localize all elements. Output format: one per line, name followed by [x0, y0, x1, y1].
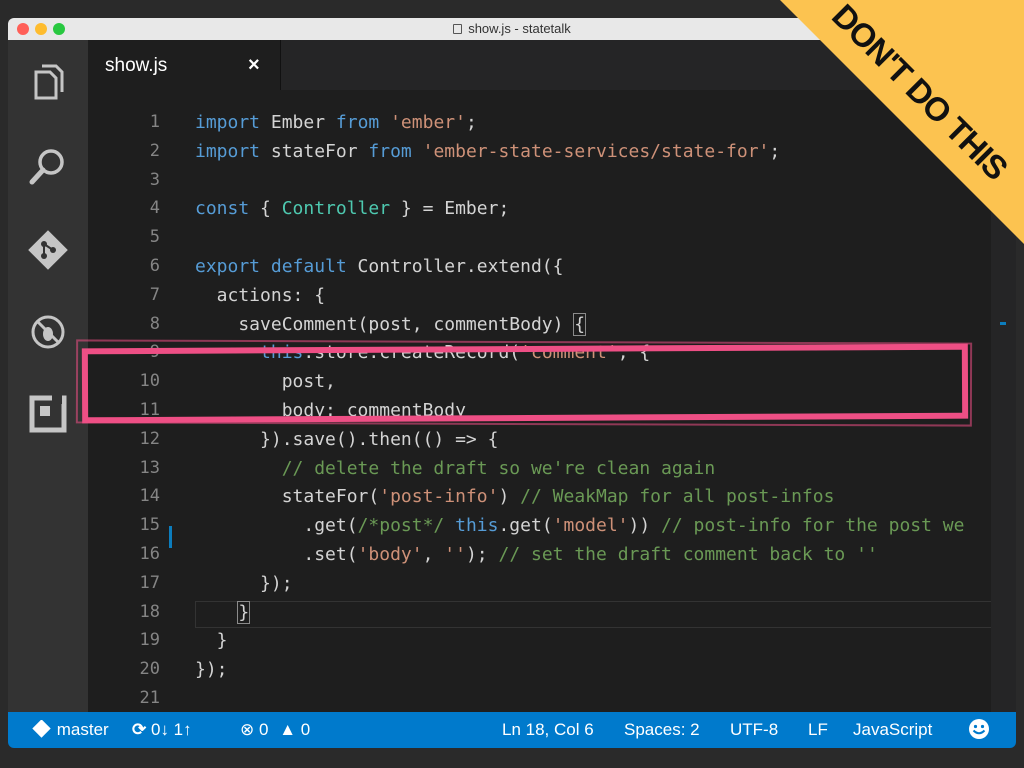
warning-count: 0	[300, 720, 311, 739]
line-number: 3	[149, 169, 160, 190]
code-text[interactable]: .get(/*post*/ this.get('model')) // post…	[195, 511, 964, 540]
code-line[interactable]: 15 .get(/*post*/ this.get('model')) // p…	[88, 511, 1016, 540]
code-text[interactable]: stateFor('post-info') // WeakMap for all…	[195, 482, 835, 511]
sync-indicator[interactable]: ⟳ 0↓ 1↑	[132, 720, 192, 740]
banner-triangle	[780, 0, 1024, 244]
code-line[interactable]: 8 saveComment(post, commentBody) {	[88, 310, 1016, 339]
code-line[interactable]: 12 }).save().then(() => {	[88, 425, 1016, 454]
line-number: 5	[149, 227, 160, 248]
code-line[interactable]: 13 // delete the draft so we're clean ag…	[88, 454, 1016, 483]
tab-label: show.js	[105, 55, 168, 76]
code-text[interactable]: const { Controller } = Ember;	[195, 194, 509, 223]
line-number: 14	[139, 486, 160, 507]
status-bar: master ⟳ 0↓ 1↑ ⊗ 0 ▲ 0 Ln 18, Col 6 Spac…	[8, 712, 1016, 748]
line-number: 17	[139, 572, 160, 593]
code-text[interactable]: }).save().then(() => {	[195, 425, 498, 454]
git-icon[interactable]	[26, 228, 70, 272]
cursor-position[interactable]: Ln 18, Col 6	[502, 720, 594, 740]
code-line[interactable]: 6 export default Controller.extend({	[88, 252, 1016, 281]
extensions-icon[interactable]	[26, 392, 70, 436]
code-line[interactable]: 16 .set('body', ''); // set the draft co…	[88, 540, 1016, 569]
code-text[interactable]: import stateFor from 'ember-state-servic…	[195, 137, 780, 166]
sync-icon: ⟳	[132, 720, 147, 739]
line-number: 19	[139, 630, 160, 651]
branch-icon	[32, 719, 51, 738]
code-line[interactable]: 14 stateFor('post-info') // WeakMap for …	[88, 482, 1016, 511]
eol-setting[interactable]: LF	[808, 720, 828, 740]
line-number: 1	[149, 112, 160, 132]
line-number: 13	[139, 457, 160, 478]
line-number: 18	[139, 601, 160, 622]
code-text[interactable]: actions: {	[195, 281, 325, 310]
code-text[interactable]: });	[195, 569, 293, 598]
debug-icon[interactable]	[26, 310, 70, 354]
code-text[interactable]: }	[195, 626, 228, 655]
line-number: 16	[139, 544, 160, 564]
window-title-text: show.js - statetalk	[468, 21, 571, 36]
line-number: 7	[149, 284, 160, 305]
error-count: 0	[258, 720, 269, 739]
line-number: 12	[139, 428, 160, 449]
scrollbar-marker	[1000, 322, 1006, 325]
code-text[interactable]: import Ember from 'ember';	[195, 108, 477, 137]
code-text[interactable]: // delete the draft so we're clean again	[195, 454, 715, 483]
code-text[interactable]: });	[195, 655, 228, 684]
highlight-box	[81, 343, 969, 424]
indentation-setting[interactable]: Spaces: 2	[624, 720, 700, 740]
sync-counts: 0↓ 1↑	[150, 720, 192, 739]
line-number: 2	[149, 140, 160, 161]
code-line[interactable]: 20});	[88, 655, 1016, 684]
code-line[interactable]: 7 actions: {	[88, 281, 1016, 310]
language-mode[interactable]: JavaScript	[853, 720, 932, 740]
code-line[interactable]: 21	[88, 684, 1016, 713]
line-number: 15	[139, 515, 160, 536]
branch-name: master	[56, 720, 109, 739]
code-text[interactable]: saveComment(post, commentBody) {	[195, 310, 587, 339]
smiley-icon[interactable]	[968, 718, 990, 745]
document-icon	[453, 24, 463, 34]
close-icon[interactable]: ×	[248, 54, 260, 77]
error-icon: ⊗	[240, 720, 255, 739]
code-text[interactable]: }	[195, 598, 251, 627]
code-line[interactable]: 18 }	[88, 598, 1016, 627]
problems-indicator[interactable]: ⊗ 0 ▲ 0	[240, 720, 310, 740]
line-number: 20	[139, 659, 160, 680]
branch-indicator[interactable]: master	[32, 719, 109, 740]
code-text[interactable]: .set('body', ''); // set the draft comme…	[195, 540, 877, 569]
code-line[interactable]: 17 });	[88, 569, 1016, 598]
search-icon[interactable]	[26, 144, 70, 188]
warning-banner: DON'T DO THIS	[780, 0, 1024, 244]
warning-icon: ▲	[279, 720, 297, 739]
explorer-icon[interactable]	[26, 60, 70, 104]
line-number: 21	[139, 688, 160, 708]
code-text[interactable]: export default Controller.extend({	[195, 252, 563, 281]
line-number: 4	[149, 198, 160, 219]
encoding-setting[interactable]: UTF-8	[730, 720, 778, 740]
line-number: 6	[149, 256, 160, 276]
line-number: 8	[149, 313, 160, 334]
code-line[interactable]: 19 }	[88, 626, 1016, 655]
tab-show-js[interactable]: show.js ×	[88, 40, 281, 90]
